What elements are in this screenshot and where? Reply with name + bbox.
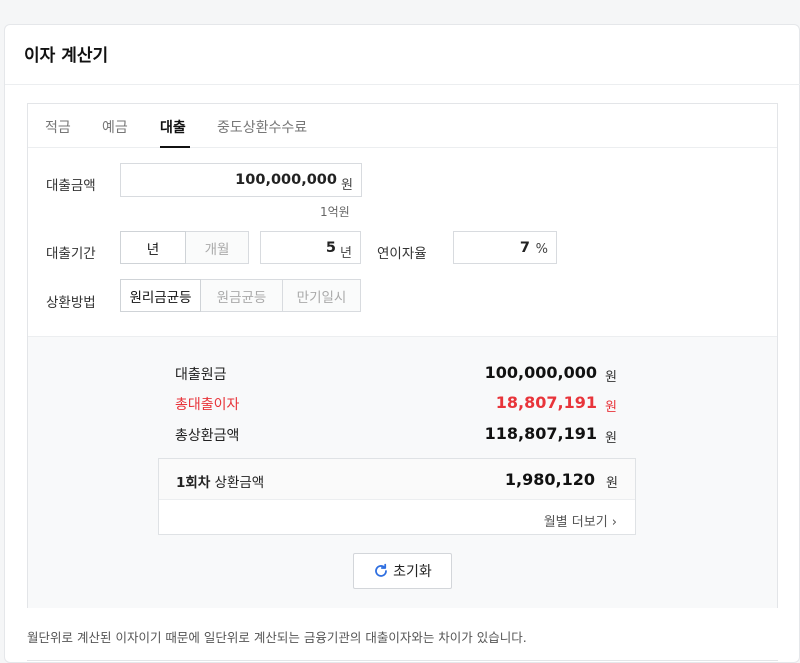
principal-unit: 원 [605, 370, 617, 385]
monthly-details-label: 월별 더보기 [543, 515, 608, 530]
reset-label: 초기화 [393, 564, 432, 580]
total-repayment-value: 118,807,191 [484, 424, 597, 443]
installment-label: 1회차 상환금액 [176, 471, 264, 491]
loan-amount-value: 100,000,000 [235, 172, 337, 188]
reset-button[interactable]: 초기화 [353, 553, 452, 589]
repayment-method-toggle: 원리금균등 원금균등 만기일시 [120, 279, 361, 312]
interest-rate-value: 7 [519, 240, 530, 256]
calculator-title: 이자 계산기 [24, 46, 109, 66]
method-bullet[interactable]: 만기일시 [283, 279, 361, 312]
loan-amount-korean: 1억원 [320, 205, 350, 219]
period-unit-toggle: 년 개월 [120, 231, 249, 264]
refresh-icon [375, 563, 388, 577]
total-repayment-label: 총상환금액 [175, 428, 240, 444]
loan-period-label: 대출기간 [46, 246, 96, 262]
method-equal-payment[interactable]: 원리금균등 [120, 279, 201, 312]
calculator-panel: 적금 예금 대출 중도상환수수료 대출금액 100,000,000 원 1억원 … [27, 103, 778, 608]
interest-rate-unit: % [535, 242, 548, 257]
period-unit-year[interactable]: 년 [120, 231, 186, 264]
tab-deposit[interactable]: 예금 [102, 117, 128, 137]
repayment-method-label: 상환방법 [46, 295, 96, 311]
interest-rate-label: 연이자율 [377, 246, 427, 262]
tab-loan[interactable]: 대출 [160, 117, 186, 137]
interest-rate-input[interactable]: 7 % [453, 231, 557, 264]
method-equal-principal[interactable]: 원금균등 [201, 279, 283, 312]
bottom-divider [27, 660, 778, 661]
installment-box: 1회차 상환금액 1,980,120 원 월별 더보기 › [158, 458, 636, 535]
loan-amount-input[interactable]: 100,000,000 원 [120, 163, 362, 197]
installment-number: 1회차 [176, 475, 211, 491]
loan-amount-unit: 원 [341, 178, 353, 193]
principal-value: 100,000,000 [484, 363, 597, 382]
loan-period-value: 5 [325, 240, 336, 256]
total-interest-unit: 원 [605, 400, 617, 415]
chevron-right-icon: › [611, 515, 617, 530]
total-interest-value: 18,807,191 [495, 393, 597, 412]
active-tab-indicator [160, 146, 190, 148]
period-unit-month[interactable]: 개월 [186, 231, 249, 264]
installment-value: 1,980,120 [504, 470, 595, 489]
title-divider [5, 84, 800, 85]
installment-unit: 원 [606, 476, 618, 491]
tab-prepayment-fee[interactable]: 중도상환수수료 [217, 117, 307, 137]
installment-label-text: 상환금액 [210, 475, 265, 491]
principal-label: 대출원금 [175, 367, 227, 383]
total-repayment-unit: 원 [605, 431, 617, 446]
total-interest-label: 총대출이자 [175, 397, 240, 413]
calculation-footnote: 월단위로 계산된 이자이기 때문에 일단위로 계산되는 금융기관의 대출이자와는… [27, 630, 527, 645]
loan-period-input[interactable]: 5 년 [260, 231, 361, 264]
loan-amount-label: 대출금액 [46, 178, 96, 194]
tab-savings[interactable]: 적금 [45, 117, 71, 137]
calculator-tabs: 적금 예금 대출 중도상환수수료 [28, 104, 777, 148]
monthly-details-link[interactable]: 월별 더보기 › [544, 511, 617, 530]
loan-period-unit: 년 [340, 246, 352, 261]
installment-row: 1회차 상환금액 1,980,120 원 [159, 459, 635, 500]
